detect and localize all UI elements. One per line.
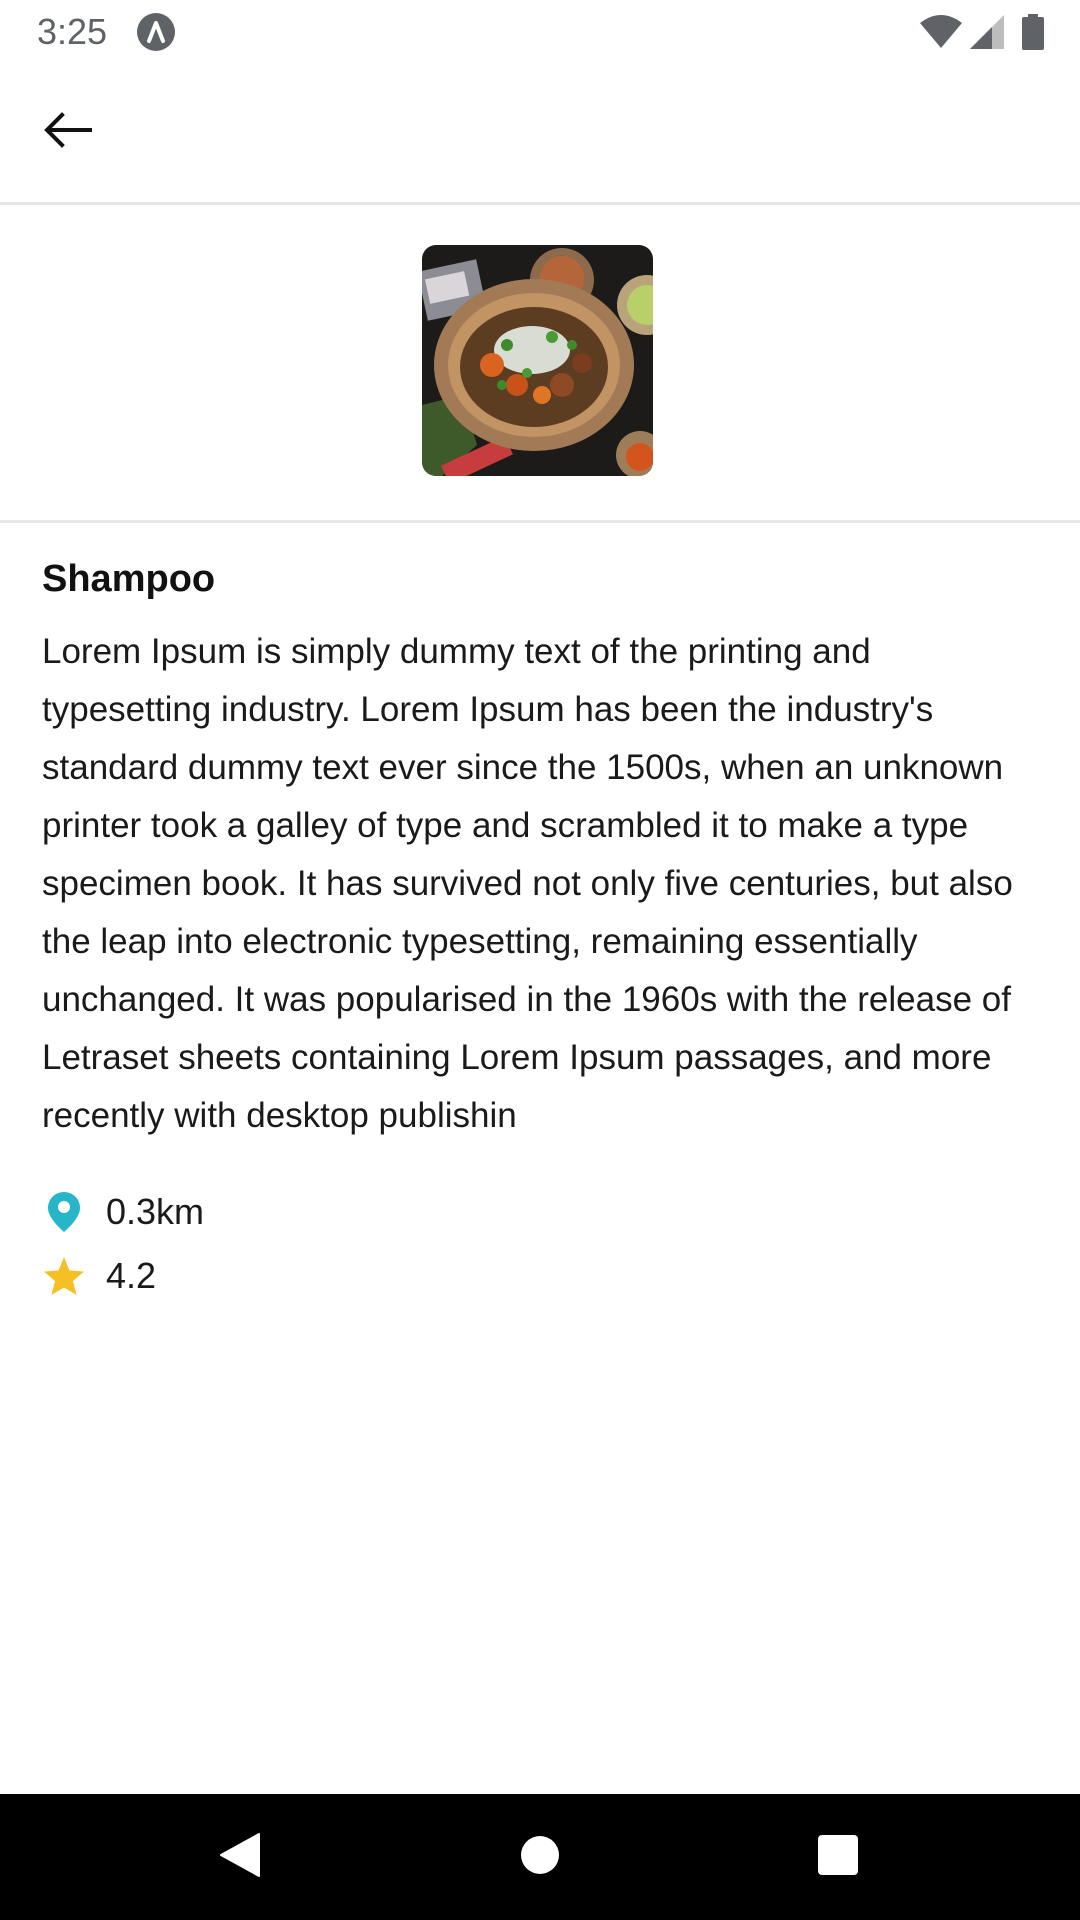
distance-text: 0.3km [106,1191,205,1232]
android-studio-icon [136,12,176,52]
system-nav-bar [0,1794,1080,1920]
wifi-icon [920,15,962,49]
product-meta: 0.3km 4.2 [42,1187,1032,1301]
product-title: Shampoo [42,558,216,600]
nav-back-icon [219,1832,261,1883]
image-section [0,205,1080,523]
rating-row: 4.2 [42,1251,1032,1301]
nav-home-button[interactable] [510,1827,570,1887]
product-image [422,245,653,476]
star-icon [42,1254,86,1298]
nav-home-icon [520,1835,560,1880]
app-bar [0,64,1080,205]
product-description: Lorem Ipsum is simply dummy text of the … [42,632,1013,1135]
nav-recents-icon [818,1834,858,1880]
nav-back-button[interactable] [210,1827,270,1887]
status-bar: 3:25 [0,0,1080,64]
back-button[interactable] [28,100,108,164]
arrow-back-icon [44,111,92,153]
product-details: Shampoo Lorem Ipsum is simply dummy text… [42,555,1032,1315]
location-pin-icon [42,1190,86,1234]
cell-signal-icon [970,15,1004,49]
rating-text: 4.2 [106,1255,157,1296]
status-time: 3:25 [37,11,108,52]
distance-row: 0.3km [42,1187,1032,1237]
nav-recents-button[interactable] [808,1827,868,1887]
battery-icon [1022,14,1044,50]
status-icons [920,12,1044,52]
app-screen: 3:25 Shampoo Lorem Ipsum is simply dummy… [0,0,1080,1920]
